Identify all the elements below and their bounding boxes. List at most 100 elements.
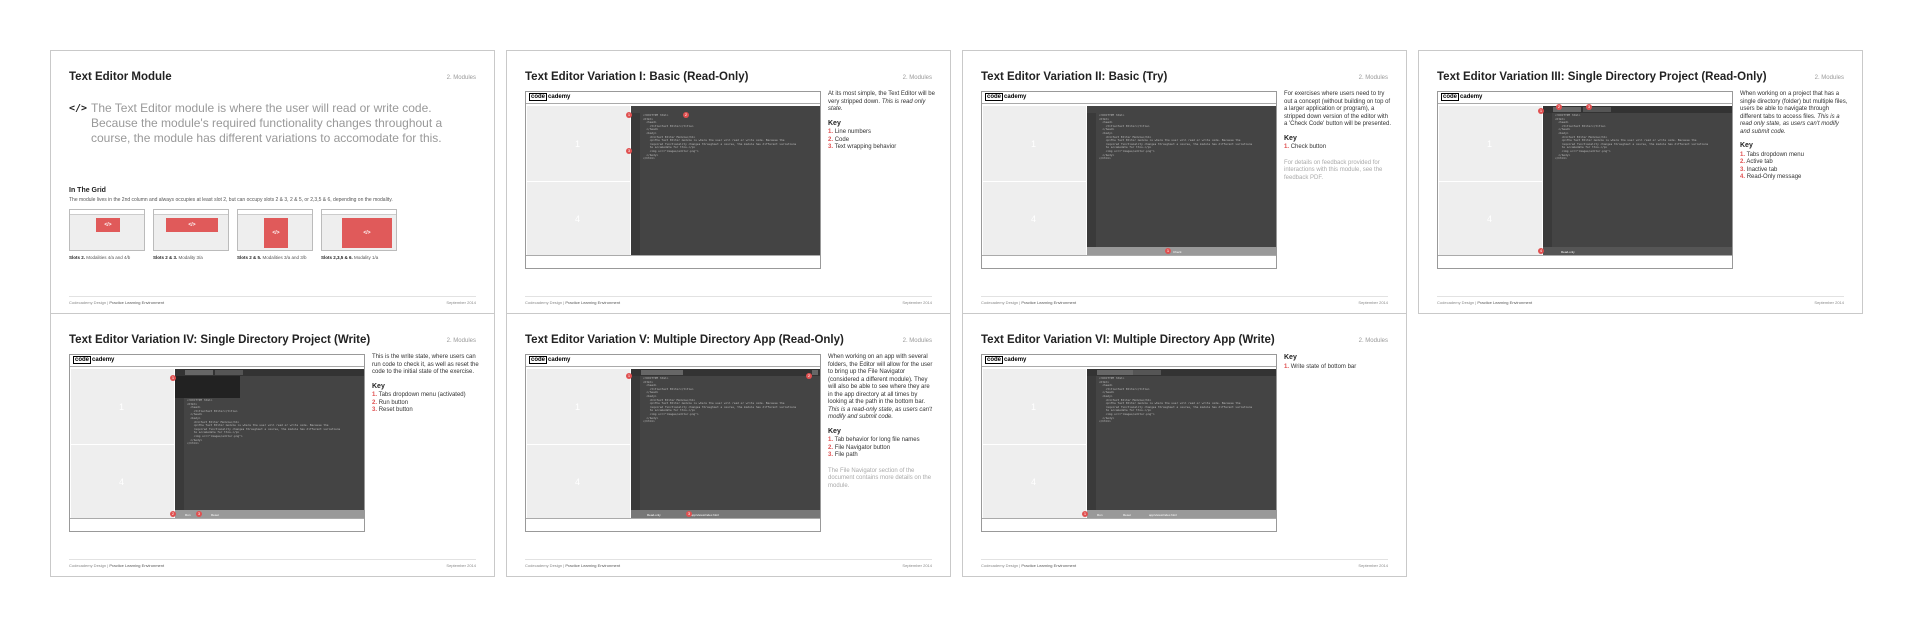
code-text: <!DOCTYPE html> <html> <head> <title>Tex… [187, 398, 341, 446]
section-label: 2. Modules [1358, 338, 1388, 344]
side-notes: When working on a project that has a sin… [1740, 91, 1848, 180]
side-notes: At its most simple, the Text Editor will… [828, 91, 935, 150]
codecademy-logo: code cademy [1441, 93, 1483, 101]
grid-thumb-slot-2: </> [69, 209, 145, 251]
section-label: 2. Modules [1358, 75, 1388, 81]
read-only-message: Read-only [1561, 250, 1575, 254]
read-only-message: Read-only [647, 513, 661, 517]
slide-variation-2: Text Editor Variation II: Basic (Try) 2.… [962, 50, 1407, 314]
slide-title: Text Editor Variation II: Basic (Try) [981, 71, 1168, 83]
slide-footer: Codecademy Design | Practice Learning En… [525, 559, 932, 568]
slide-footer: Codecademy Design | Practice Learning En… [1437, 296, 1844, 305]
run-button[interactable]: Run [185, 513, 191, 517]
side-notes: When working on an app with several fold… [828, 354, 933, 489]
code-icon: </> [96, 218, 120, 232]
slide-title: Text Editor Variation VI: Multiple Direc… [981, 334, 1275, 346]
codecademy-logo: code cademy [529, 93, 571, 101]
slide-footer: Codecademy Design | Practice Learning En… [525, 296, 932, 305]
slide-footer: Codecademy Design | Practice Learning En… [69, 559, 476, 568]
slide-variation-5: Text Editor Variation V: Multiple Direct… [506, 313, 951, 577]
slide-variation-1: Text Editor Variation I: Basic (Read-Onl… [506, 50, 951, 314]
file-navigator-button[interactable] [812, 370, 818, 375]
grid-thumb-slot-2-3: </> [153, 209, 229, 251]
code-icon: </> [69, 103, 88, 114]
tab-active[interactable] [1097, 370, 1133, 375]
line-numbers [1087, 113, 1096, 257]
line-numbers [1543, 113, 1552, 257]
slide-title: Text Editor Module [69, 71, 172, 83]
code-editor[interactable]: <!DOCTYPE html> <html> <head> <title>Tex… [631, 369, 820, 520]
code-text: <!DOCTYPE html> <html> <head> <title>Tex… [643, 376, 797, 424]
check-button[interactable]: Check [1173, 250, 1182, 254]
reset-button[interactable]: Reset [1123, 513, 1131, 517]
grid-caption: Slots 2 & 3. Modality 3/a [153, 255, 203, 260]
slide-footer: Codecademy Design | Practice Learning En… [981, 296, 1388, 305]
line-numbers [175, 398, 184, 520]
slide-title: Text Editor Variation IV: Single Directo… [69, 334, 371, 346]
code-icon: </> [166, 218, 218, 232]
grid-thumb-slot-2-5: </> [237, 209, 313, 251]
editor-mockup: code cademy 14 <!DOCTYPE html> <html> <he… [69, 354, 365, 532]
editor-mockup: code cademy 14 <!DOCTYPE html> <html> <he… [1437, 91, 1733, 269]
line-numbers [631, 376, 640, 520]
section-label: 2. Modules [1814, 75, 1844, 81]
code-icon: </> [342, 218, 392, 248]
code-icon: </> [264, 218, 288, 248]
code-editor[interactable]: <!DOCTYPE html> <html> <head> <title>Tex… [1087, 106, 1276, 257]
lead-text: The Text Editor module is where the user… [91, 101, 443, 145]
line-numbers [1087, 376, 1096, 520]
grid-description: The module lives in the 2nd column and a… [69, 197, 393, 203]
file-path: app/views/index.html [1149, 513, 1177, 517]
editor-mockup: code cademy 14 <!DOCTYPE html> <html> <he… [981, 91, 1277, 269]
tab-bar [631, 369, 820, 376]
tab-bar [1543, 106, 1732, 113]
side-notes: For exercises where users need to try ou… [1284, 91, 1392, 181]
run-button[interactable]: Run [1097, 513, 1103, 517]
tab-active[interactable] [185, 370, 213, 375]
slide-footer: Codecademy Design | Practice Learning En… [69, 296, 476, 305]
code-text: <!DOCTYPE html> <html> <head> <title>Tex… [643, 113, 797, 161]
slide-title: Text Editor Variation I: Basic (Read-Onl… [525, 71, 749, 83]
slide-variation-6: Text Editor Variation VI: Multiple Direc… [962, 313, 1407, 577]
code-text: <!DOCTYPE html> <html> <head> <title>Tex… [1099, 376, 1253, 424]
tabs-dropdown-menu[interactable] [175, 376, 240, 398]
editor-mockup: code cademy 14 <!DOCTYPE html> <html> <he… [525, 91, 821, 269]
code-editor[interactable]: <!DOCTYPE html> <html> <head> <title>Tex… [631, 106, 820, 257]
tab-long-filename[interactable] [641, 370, 683, 375]
code-text: <!DOCTYPE html> <html> <head> <title>Tex… [1555, 113, 1709, 161]
editor-mockup: code cademy 14 <!DOCTYPE html> <html> <he… [525, 354, 821, 532]
tab-bar [1087, 369, 1276, 376]
grid-thumb-slot-2-3-5-6: </> [321, 209, 397, 251]
editor-mockup: code cademy 14 <!DOCTYPE html> <html> <he… [981, 354, 1277, 532]
code-editor[interactable]: <!DOCTYPE html> <html> <head> <title>Tex… [1087, 369, 1276, 520]
code-editor[interactable]: <!DOCTYPE html> <html> <head> <title>Tex… [175, 369, 364, 520]
slide-footer: Codecademy Design | Practice Learning En… [981, 559, 1388, 568]
codecademy-logo: code cademy [985, 356, 1027, 364]
slide-title: Text Editor Variation V: Multiple Direct… [525, 334, 844, 346]
section-label: 2. Modules [902, 75, 932, 81]
grid-caption: Slots 2. Modalities 4/a and 4/b [69, 255, 131, 260]
tab-bar [175, 369, 364, 376]
grid-caption: Slots 2,3,5 & 6. Modality 1/a [321, 255, 379, 260]
side-notes: Key 1. Write state of bottom bar [1284, 354, 1357, 370]
code-text: <!DOCTYPE html> <html> <head> <title>Tex… [1099, 113, 1253, 161]
side-notes: This is the write state, where users can… [372, 354, 479, 413]
codecademy-logo: code cademy [985, 93, 1027, 101]
tab-inactive[interactable] [1133, 370, 1161, 375]
grid-heading: In The Grid [69, 187, 106, 194]
tab-inactive[interactable] [215, 370, 243, 375]
line-numbers [631, 113, 640, 257]
code-editor[interactable]: <!DOCTYPE html> <html> <head> <title>Tex… [1543, 106, 1732, 257]
grid-caption: Slots 2 & 5. Modalities 3/a and 3/b [237, 255, 307, 260]
section-label: 2. Modules [446, 338, 476, 344]
codecademy-logo: code cademy [73, 356, 115, 364]
slide-variation-3: Text Editor Variation III: Single Direct… [1418, 50, 1863, 314]
section-label: 2. Modules [446, 75, 476, 81]
reset-button[interactable]: Reset [211, 513, 219, 517]
section-label: 2. Modules [902, 338, 932, 344]
slide-text-editor-module: Text Editor Module 2. Modules </> The Te… [50, 50, 495, 314]
slide-title: Text Editor Variation III: Single Direct… [1437, 71, 1767, 83]
file-path: app/views/index.html [691, 513, 719, 517]
codecademy-logo: code cademy [529, 356, 571, 364]
slide-variation-4: Text Editor Variation IV: Single Directo… [50, 313, 495, 577]
